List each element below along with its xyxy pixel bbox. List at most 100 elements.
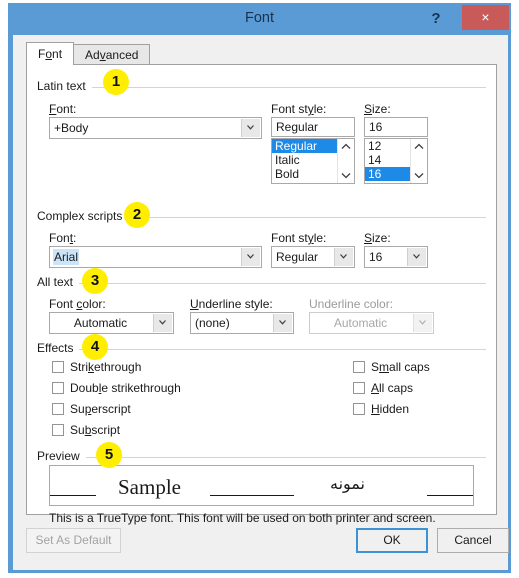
checkbox-label: All caps xyxy=(371,381,414,395)
checkbox-hidden[interactable]: Hidden xyxy=(353,402,409,418)
callout-badge-2: 2 xyxy=(124,202,150,228)
complex-font-combo[interactable]: Arial xyxy=(49,246,262,268)
checkbox-box-icon[interactable] xyxy=(353,361,365,373)
checkbox-label: Superscript xyxy=(70,402,131,416)
list-item[interactable]: Italic xyxy=(272,153,338,167)
latin-font-value: +Body xyxy=(54,121,89,135)
chevron-down-icon xyxy=(413,314,432,332)
latin-font-combo[interactable]: +Body xyxy=(49,117,262,139)
checkbox-strikethrough[interactable]: Strikethrough xyxy=(52,360,141,376)
checkbox-all-caps[interactable]: All caps xyxy=(353,381,413,397)
checkbox-label: Subscript xyxy=(70,423,121,437)
list-item[interactable]: 16 xyxy=(365,167,411,181)
callout-badge-4: 4 xyxy=(82,334,108,360)
set-as-default-button: Set As Default xyxy=(26,528,121,553)
latin-size-textbox[interactable]: 16 xyxy=(364,117,428,137)
tab-advanced[interactable]: Advanced xyxy=(73,44,151,65)
help-icon[interactable]: ? xyxy=(425,7,447,31)
complex-style-value: Regular xyxy=(276,250,319,264)
latin-size-listbox[interactable]: 12 14 16 xyxy=(364,138,428,184)
complex-style-label: Font style: xyxy=(271,231,327,245)
chevron-down-icon[interactable] xyxy=(334,248,353,266)
latin-style-items: Regular Italic Bold xyxy=(272,139,338,183)
underline-color-label: Underline color: xyxy=(309,297,394,311)
underline-style-combo[interactable]: (none) xyxy=(190,312,294,334)
scroll-down-icon[interactable] xyxy=(411,167,427,183)
preview-underline-segment xyxy=(248,495,294,496)
checkbox-box-icon[interactable] xyxy=(52,424,64,436)
latin-font-label: Font: xyxy=(49,102,77,116)
complex-font-label: Font: xyxy=(49,231,77,245)
list-item[interactable]: Regular xyxy=(272,139,338,153)
list-item[interactable]: 12 xyxy=(365,139,411,153)
checkbox-label: Double strikethrough xyxy=(70,381,181,395)
preview-underline-segment xyxy=(50,495,96,496)
preview-underline-segment xyxy=(210,495,248,496)
font-tab-page: Latin text 1 Font: +Body Font style: Reg… xyxy=(26,64,497,525)
latin-style-label: Font style: xyxy=(271,102,327,116)
chevron-down-icon[interactable] xyxy=(273,314,292,332)
checkbox-box-icon[interactable] xyxy=(353,403,365,415)
chevron-down-icon[interactable] xyxy=(153,314,172,332)
checkbox-double-strikethrough[interactable]: Double strikethrough xyxy=(52,381,181,397)
underline-style-value: (none) xyxy=(195,316,230,330)
checkbox-box-icon[interactable] xyxy=(52,361,64,373)
font-color-value: Automatic xyxy=(73,316,128,330)
underline-color-value: Automatic xyxy=(333,316,388,330)
underline-style-label: Underline style: xyxy=(190,297,273,311)
checkbox-box-icon[interactable] xyxy=(353,382,365,394)
complex-size-label: Size: xyxy=(364,231,391,245)
chevron-down-icon[interactable] xyxy=(241,119,260,137)
list-item[interactable]: Bold xyxy=(272,167,338,181)
preview-sample-complex: نمونه xyxy=(330,474,365,493)
ok-button[interactable]: OK xyxy=(356,528,428,553)
font-color-label: Font color: xyxy=(49,297,106,311)
font-color-combo[interactable]: Automatic xyxy=(49,312,174,334)
callout-badge-3: 3 xyxy=(82,268,108,294)
checkbox-small-caps[interactable]: Small caps xyxy=(353,360,430,376)
preview-sample-latin: Sample xyxy=(118,475,181,499)
chevron-down-icon[interactable] xyxy=(407,248,426,266)
scroll-up-icon[interactable] xyxy=(338,139,354,155)
scroll-down-icon[interactable] xyxy=(338,167,354,183)
group-effects-label: Effects xyxy=(37,341,80,355)
font-preview-box: Sample نمونه xyxy=(49,465,474,506)
font-dialog: Font ? × Font Advanced Latin text 1 Font:… xyxy=(8,3,511,573)
group-complex-scripts-label: Complex scripts xyxy=(37,209,129,223)
checkbox-label: Small caps xyxy=(371,360,430,374)
group-preview-label: Preview xyxy=(37,449,86,463)
checkbox-box-icon[interactable] xyxy=(52,382,64,394)
title-bar: Font ? × xyxy=(9,4,510,35)
latin-style-listbox[interactable]: Regular Italic Bold xyxy=(271,138,355,184)
complex-size-combo[interactable]: 16 xyxy=(364,246,428,268)
chevron-down-icon[interactable] xyxy=(241,248,260,266)
group-complex-scripts-header: Complex scripts xyxy=(37,209,486,223)
group-all-text-label: All text xyxy=(37,275,80,289)
dialog-client-area: Font Advanced Latin text 1 Font: +Body Fo… xyxy=(13,35,509,570)
checkbox-superscript[interactable]: Superscript xyxy=(52,402,131,418)
checkbox-box-icon[interactable] xyxy=(52,403,64,415)
latin-style-textbox[interactable]: Regular xyxy=(271,117,355,137)
list-item[interactable]: 14 xyxy=(365,153,411,167)
preview-note: This is a TrueType font. This font will … xyxy=(49,511,436,525)
tab-strip: Font Advanced xyxy=(26,42,151,65)
underline-color-combo: Automatic xyxy=(309,312,434,334)
close-icon[interactable]: × xyxy=(462,5,509,30)
checkbox-label: Strikethrough xyxy=(70,360,142,374)
scroll-up-icon[interactable] xyxy=(411,139,427,155)
tab-font[interactable]: Font xyxy=(26,42,75,65)
checkbox-label: Hidden xyxy=(371,402,410,416)
latin-size-label: Size: xyxy=(364,102,391,116)
latin-size-scrollbar[interactable] xyxy=(410,139,427,183)
cancel-button[interactable]: Cancel xyxy=(437,528,509,553)
group-latin-text-label: Latin text xyxy=(37,79,92,93)
latin-size-items: 12 14 16 xyxy=(365,139,411,183)
callout-badge-1: 1 xyxy=(103,69,129,95)
preview-underline-segment xyxy=(427,495,473,496)
complex-style-combo[interactable]: Regular xyxy=(271,246,355,268)
callout-badge-5: 5 xyxy=(96,442,122,468)
complex-size-value: 16 xyxy=(369,250,383,264)
latin-style-scrollbar[interactable] xyxy=(337,139,354,183)
checkbox-subscript[interactable]: Subscript xyxy=(52,423,120,439)
complex-font-value: Arial xyxy=(53,249,80,265)
